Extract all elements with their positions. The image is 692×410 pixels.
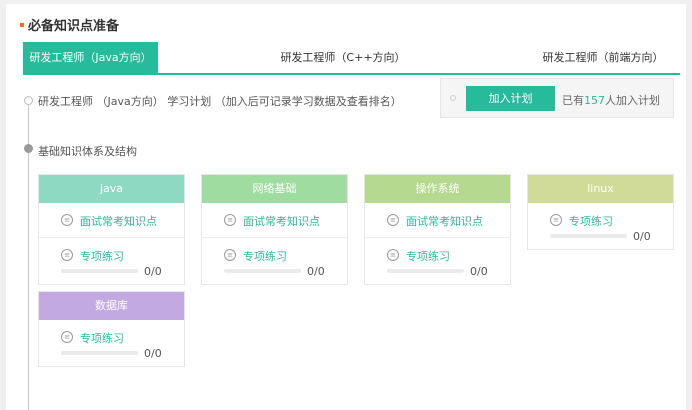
timeline-node-filled (24, 144, 33, 153)
interview-link[interactable]: 面试常考知识点 (80, 213, 157, 229)
practice-link[interactable]: 专项练习 (80, 248, 124, 264)
interview-link[interactable]: 面试常考知识点 (406, 213, 483, 229)
card-database: 数据库 ≡ 专项练习 0/0 (38, 291, 185, 367)
timeline-node-open (24, 96, 33, 105)
document-icon: ≡ (61, 214, 73, 226)
practice-link[interactable]: 专项练习 (80, 330, 124, 346)
practice-link[interactable]: 专项练习 (243, 248, 287, 264)
card-java: java ≡ 面试常考知识点 ≡ 专项练习 0/0 (38, 174, 185, 285)
interview-row[interactable]: ≡ 面试常考知识点 (39, 203, 184, 238)
joined-prefix: 已有 (562, 94, 584, 107)
join-plan-button[interactable]: 加入计划 (466, 86, 555, 111)
card-header: 数据库 (39, 292, 184, 320)
practice-link[interactable]: 专项练习 (406, 248, 450, 264)
card-linux: linux ≡ 专项练习 0/0 (527, 174, 674, 250)
progress-bar (550, 234, 627, 238)
progress-count: 0/0 (307, 265, 325, 278)
joined-suffix: 人加入计划 (605, 94, 660, 107)
progress-count: 0/0 (470, 265, 488, 278)
plan-description: 研发工程师 （Java方向） 学习计划 （加入后可记录学习数据及查看排名） (38, 95, 402, 108)
practice-row[interactable]: ≡ 专项练习 0/0 (39, 320, 184, 366)
practice-row[interactable]: ≡ 专项练习 0/0 (202, 238, 347, 284)
progress-bar (224, 269, 301, 273)
practice-icon: ≡ (550, 214, 562, 226)
base-knowledge-title: 基础知识体系及结构 (38, 145, 137, 158)
card-network: 网络基础 ≡ 面试常考知识点 ≡ 专项练习 0/0 (201, 174, 348, 285)
practice-icon: ≡ (224, 249, 236, 261)
tab-frontend[interactable]: 研发工程师（前端方向） (528, 42, 678, 73)
practice-icon: ≡ (387, 249, 399, 261)
progress-count: 0/0 (144, 265, 162, 278)
interview-row[interactable]: ≡ 面试常考知识点 (365, 203, 510, 238)
practice-link[interactable]: 专项练习 (569, 213, 613, 229)
progress-count: 0/0 (144, 347, 162, 360)
document-icon: ≡ (224, 214, 236, 226)
tab-cpp[interactable]: 研发工程师（C++方向） (268, 42, 418, 73)
section-title: 必备知识点准备 (20, 15, 119, 34)
join-plan-box: 加入计划 已有157人加入计划 (440, 78, 674, 118)
practice-row[interactable]: ≡ 专项练习 0/0 (365, 238, 510, 284)
card-header: 操作系统 (365, 175, 510, 203)
practice-icon: ≡ (61, 249, 73, 261)
practice-row[interactable]: ≡ 专项练习 0/0 (528, 203, 673, 249)
progress-bar (387, 269, 464, 273)
progress-bar (61, 269, 138, 273)
title-marker (20, 22, 24, 27)
document-icon: ≡ (387, 214, 399, 226)
joined-count: 157 (584, 94, 605, 107)
joined-count-text: 已有157人加入计划 (562, 92, 660, 108)
tab-java[interactable]: 研发工程师（Java方向） (23, 42, 158, 73)
main-panel: 必备知识点准备 研发工程师（Java方向） 研发工程师（C++方向） 研发工程师… (6, 4, 686, 410)
progress-count: 0/0 (633, 230, 651, 243)
card-os: 操作系统 ≡ 面试常考知识点 ≡ 专项练习 0/0 (364, 174, 511, 285)
progress-bar (61, 351, 138, 355)
interview-row[interactable]: ≡ 面试常考知识点 (202, 203, 347, 238)
interview-link[interactable]: 面试常考知识点 (243, 213, 320, 229)
tab-bar: 研发工程师（Java方向） 研发工程师（C++方向） 研发工程师（前端方向） (23, 42, 680, 75)
card-header: linux (528, 175, 673, 203)
practice-icon: ≡ (61, 331, 73, 343)
radio-dot-icon (450, 95, 456, 101)
card-header: 网络基础 (202, 175, 347, 203)
practice-row[interactable]: ≡ 专项练习 0/0 (39, 238, 184, 284)
section-title-text: 必备知识点准备 (28, 19, 120, 34)
card-header: java (39, 175, 184, 203)
